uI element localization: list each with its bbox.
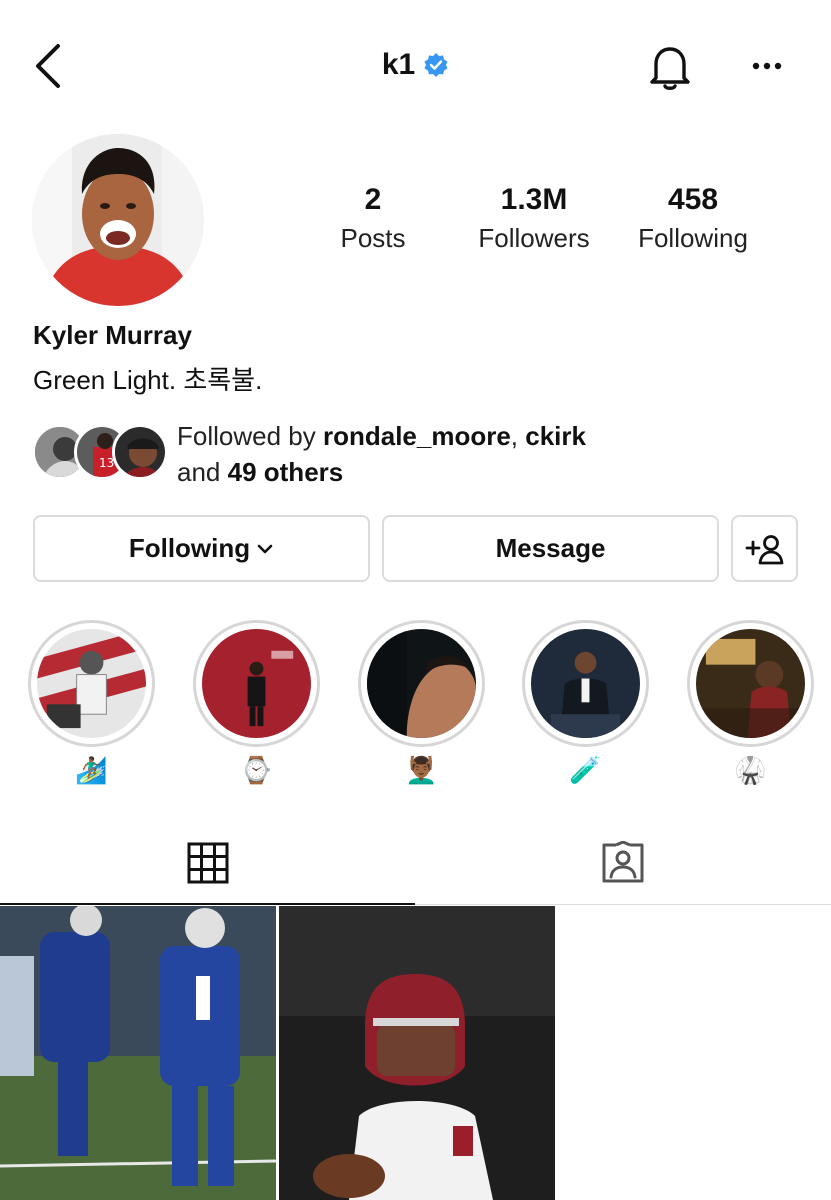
highlight-ring xyxy=(522,620,649,747)
profile-avatar[interactable] xyxy=(32,134,204,306)
story-highlight[interactable]: 🧪 xyxy=(522,620,649,787)
highlight-cover xyxy=(367,629,476,738)
highlight-ring xyxy=(193,620,320,747)
profile-tabs xyxy=(0,820,831,905)
message-button[interactable]: Message xyxy=(382,515,719,582)
posts-count: 2 xyxy=(364,183,382,216)
tagged-tab[interactable] xyxy=(415,820,831,905)
top-bar: k1 xyxy=(0,0,831,135)
followed-by-prefix: Followed by xyxy=(177,421,316,451)
chevron-down-icon xyxy=(257,544,273,553)
post-thumbnail[interactable] xyxy=(279,906,555,1200)
posts-stat[interactable]: 2 Posts xyxy=(300,180,446,256)
highlight-ring xyxy=(28,620,155,747)
profile-bio: Green Light. 초록불. xyxy=(33,365,263,395)
mutual-username: ckirk xyxy=(525,421,586,451)
profile-full-name: Kyler Murray xyxy=(33,320,192,350)
highlight-label: 💆🏾‍♂️ xyxy=(405,755,438,785)
highlight-label: 🥋 xyxy=(734,755,767,785)
followed-by-text[interactable]: Followed by rondale_moore, ckirk and 49 … xyxy=(177,418,586,490)
active-tab-indicator xyxy=(0,903,415,905)
story-highlight[interactable]: 🥋 xyxy=(687,620,814,787)
bell-icon[interactable] xyxy=(646,42,694,92)
mutual-others-count: 49 others xyxy=(227,457,344,487)
highlight-cover xyxy=(696,629,805,738)
highlight-cover xyxy=(37,629,146,738)
tagged-person-icon xyxy=(602,840,644,882)
suggest-accounts-button[interactable] xyxy=(731,515,798,582)
following-button[interactable]: Following xyxy=(33,515,370,582)
followers-stat[interactable]: 1.3M Followers xyxy=(446,180,622,256)
mutual-separator: , xyxy=(510,421,519,451)
highlight-label: ⌚️ xyxy=(240,755,273,785)
following-count: 458 xyxy=(667,183,719,216)
posts-grid-tab[interactable] xyxy=(0,820,415,905)
followed-by-and: and xyxy=(177,457,221,487)
verified-badge-icon xyxy=(424,53,448,77)
add-person-icon xyxy=(745,534,783,564)
mutual-username: rondale_moore xyxy=(322,421,511,451)
profile-stats: 2 Posts 1.3M Followers 458 Following xyxy=(300,180,800,256)
followers-count: 1.3M xyxy=(500,183,568,216)
avatar-photo xyxy=(32,134,204,306)
highlight-label: 🏄🏾‍♂️ xyxy=(75,755,108,785)
highlight-label: 🧪 xyxy=(569,755,602,785)
profile-username-header: k1 xyxy=(0,48,831,82)
post-image xyxy=(279,906,555,1200)
highlight-cover xyxy=(202,629,311,738)
username: k1 xyxy=(381,48,416,81)
highlight-cover xyxy=(531,629,640,738)
highlight-ring xyxy=(358,620,485,747)
followers-label: Followers xyxy=(478,223,590,253)
story-highlight[interactable]: ⌚️ xyxy=(193,620,320,787)
story-highlight[interactable]: 💆🏾‍♂️ xyxy=(358,620,485,787)
following-label: Following xyxy=(638,223,748,253)
following-button-label: Following xyxy=(128,533,251,563)
post-thumbnail[interactable] xyxy=(0,906,276,1200)
grid-icon xyxy=(187,842,228,883)
posts-label: Posts xyxy=(340,223,406,253)
highlight-ring xyxy=(687,620,814,747)
following-stat[interactable]: 458 Following xyxy=(622,180,764,256)
mutual-followers-avatars[interactable]: 13 xyxy=(32,420,172,484)
story-highlight[interactable]: 🏄🏾‍♂️ xyxy=(28,620,155,787)
message-button-label: Message xyxy=(495,533,606,563)
post-image xyxy=(0,906,276,1200)
mutual-avatar xyxy=(112,424,168,480)
more-options-icon[interactable] xyxy=(746,56,790,76)
